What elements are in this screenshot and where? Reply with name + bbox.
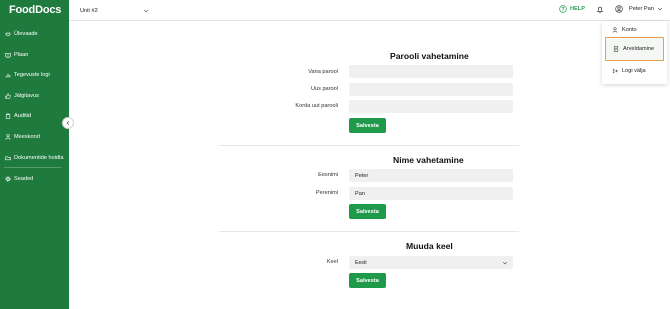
repeat-password-input[interactable] <box>349 100 513 113</box>
book-icon <box>4 52 11 59</box>
sidebar-item-overview[interactable]: Ülevaade <box>4 28 68 40</box>
repeat-password-label: Korda uut parooli <box>295 103 338 109</box>
sidebar-item-label: Ülevaade <box>14 31 38 37</box>
sidebar-item-label: Seaded <box>14 176 34 182</box>
sidebar-item-label: Meeskond <box>14 134 40 140</box>
sidebar: FoodDocs Ülevaade Plaan Tegevuste logi J… <box>0 0 69 309</box>
name-section-title: Nime vahetamine <box>393 155 464 165</box>
chevron-down-icon <box>502 261 508 264</box>
help-button[interactable]: HELP <box>559 5 585 13</box>
user-menu-toggle[interactable]: Peter Pan <box>615 5 663 13</box>
menu-item-logout[interactable]: Logi välja <box>605 64 664 78</box>
help-icon <box>559 5 567 13</box>
password-section-title: Parooli vahetamine <box>390 51 469 61</box>
folder-icon <box>4 155 11 162</box>
new-password-label: Uus parool <box>310 86 338 92</box>
user-avatar-icon <box>615 5 623 13</box>
bell-icon[interactable] <box>596 5 604 14</box>
first-name-label: Eesnimi <box>318 172 338 178</box>
sidebar-item-settings[interactable]: Seaded <box>4 173 68 185</box>
sidebar-item-documents[interactable]: Dokumentide hoidla <box>4 152 68 164</box>
person-icon <box>612 27 618 33</box>
user-name: Peter Pan <box>629 6 654 12</box>
sidebar-item-audits[interactable]: Auditid <box>4 110 68 122</box>
section-divider <box>219 231 519 232</box>
save-password-button[interactable]: Salvesta <box>349 118 386 133</box>
thumbs-icon <box>4 93 11 100</box>
language-select[interactable]: Eesti <box>349 256 513 269</box>
unit-selector-value: Unit #2 <box>80 7 98 14</box>
chart-icon <box>4 72 11 79</box>
menu-item-label: Konto <box>622 27 637 33</box>
chevron-down-icon <box>657 7 662 11</box>
gear-icon <box>4 176 11 183</box>
sidebar-collapse-button[interactable] <box>62 117 74 129</box>
clipboard-icon <box>4 113 11 120</box>
user-dropdown-menu: Konto Arveldamine Logi välja <box>602 21 667 84</box>
person-icon <box>4 134 11 141</box>
app-logo[interactable]: FoodDocs <box>9 4 61 16</box>
sidebar-divider <box>4 167 61 168</box>
sidebar-item-team[interactable]: Meeskond <box>4 131 68 143</box>
save-name-button[interactable]: Salvesta <box>349 204 386 219</box>
old-password-label: Vana parool <box>308 69 338 75</box>
old-password-input[interactable] <box>349 65 513 78</box>
help-label: HELP <box>570 6 585 12</box>
sidebar-item-activity-log[interactable]: Tegevuste logi <box>4 69 68 81</box>
sidebar-item-label: Auditid <box>14 113 32 119</box>
save-language-button[interactable]: Salvesta <box>349 273 386 288</box>
top-bar: Unit #2 HELP Peter Pan <box>69 0 670 21</box>
menu-item-label: Arveldamine <box>623 46 655 52</box>
language-section-title: Muuda keel <box>406 241 453 251</box>
last-name-label: Perenimi <box>315 190 338 196</box>
menu-item-account[interactable]: Konto <box>605 23 664 37</box>
sidebar-item-traceability[interactable]: Jälgitavus <box>4 90 68 102</box>
menu-item-label: Logi välja <box>622 68 646 74</box>
sidebar-item-label: Tegevuste logi <box>14 72 50 78</box>
menu-item-billing[interactable]: Arveldamine <box>605 37 664 61</box>
handshake-icon <box>4 31 11 38</box>
first-name-input[interactable]: Peter <box>349 169 513 182</box>
logout-icon <box>612 68 618 74</box>
chevron-down-icon <box>143 9 149 12</box>
sidebar-item-plan[interactable]: Plaan <box>4 49 68 61</box>
language-select-value: Eesti <box>355 259 367 266</box>
unit-selector[interactable]: Unit #2 <box>80 5 149 16</box>
language-label: Keel <box>326 259 338 265</box>
document-icon <box>613 46 619 52</box>
last-name-input[interactable]: Pan <box>349 187 513 200</box>
new-password-input[interactable] <box>349 83 513 96</box>
sidebar-item-label: Plaan <box>14 52 29 58</box>
sidebar-item-label: Dokumentide hoidla <box>14 155 64 161</box>
chevron-left-icon <box>66 120 70 126</box>
section-divider <box>219 145 519 146</box>
sidebar-item-label: Jälgitavus <box>14 93 39 99</box>
